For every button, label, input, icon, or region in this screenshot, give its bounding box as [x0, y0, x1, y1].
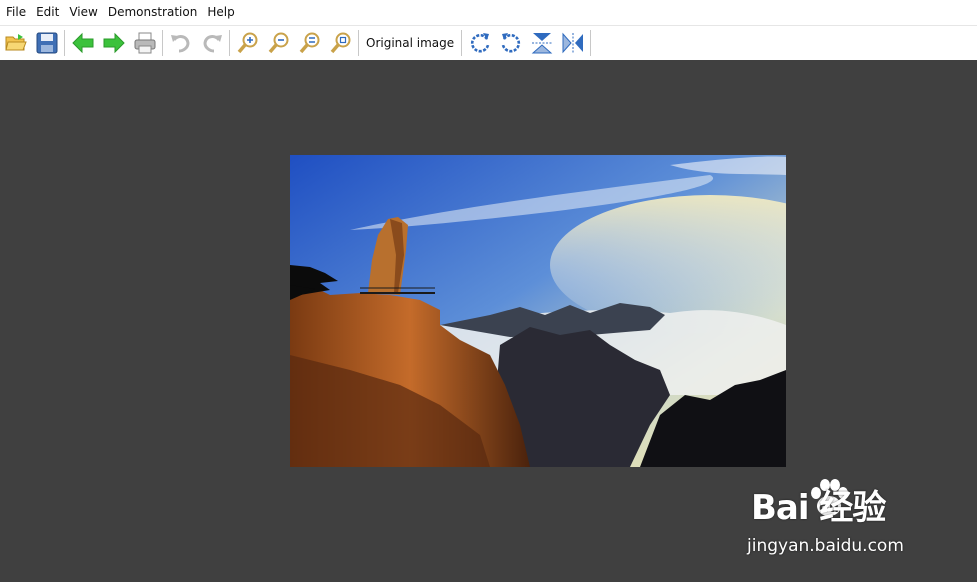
redo-button[interactable]	[196, 28, 227, 58]
toolbar-separator	[64, 30, 65, 56]
back-arrow-icon	[71, 32, 93, 54]
rotate-left-icon	[501, 33, 520, 53]
landscape-photo	[290, 155, 786, 467]
undo-icon	[170, 35, 190, 53]
flip-horizontal-button[interactable]	[557, 28, 588, 58]
watermark-brand: Bai 经验	[751, 488, 886, 528]
menu-view[interactable]: View	[64, 0, 102, 25]
original-image-button[interactable]: Original image	[361, 28, 459, 58]
toolbar-separator	[162, 30, 163, 56]
flip-horizontal-icon	[562, 32, 583, 54]
zoom-fit-button[interactable]	[294, 28, 325, 58]
open-button[interactable]	[0, 28, 31, 58]
zoom-in-icon	[237, 32, 257, 54]
zoom-actual-icon	[330, 32, 350, 54]
rotate-right-button[interactable]	[464, 28, 495, 58]
toolbar-separator	[461, 30, 463, 56]
save-button[interactable]	[31, 28, 62, 58]
rotate-right-icon	[470, 33, 489, 53]
zoom-actual-button[interactable]	[325, 28, 356, 58]
watermark-url: jingyan.baidu.com	[747, 536, 904, 556]
toolbar: Original image	[0, 25, 977, 61]
watermark: du Bai 经验 jingyan.baidu.com	[745, 474, 977, 582]
menu-bar: File Edit View Demonstration Help	[0, 0, 977, 25]
toolbar-separator	[590, 30, 592, 56]
zoom-in-button[interactable]	[232, 28, 263, 58]
undo-button[interactable]	[165, 28, 196, 58]
menu-help[interactable]: Help	[202, 0, 239, 25]
toolbar-separator	[229, 30, 230, 56]
print-icon	[134, 32, 155, 54]
print-button[interactable]	[129, 28, 160, 58]
forward-button[interactable]	[98, 28, 129, 58]
zoom-out-button[interactable]	[263, 28, 294, 58]
menu-edit[interactable]: Edit	[31, 0, 64, 25]
zoom-fit-icon	[299, 32, 319, 54]
toolbar-separator	[358, 30, 359, 56]
save-icon	[36, 32, 57, 54]
menu-demonstration[interactable]: Demonstration	[103, 0, 203, 25]
flip-vertical-icon	[531, 33, 552, 54]
redo-icon	[202, 35, 222, 53]
rotate-left-button[interactable]	[495, 28, 526, 58]
back-button[interactable]	[67, 28, 98, 58]
flip-vertical-button[interactable]	[526, 28, 557, 58]
zoom-out-icon	[268, 32, 288, 54]
open-folder-icon	[4, 34, 27, 51]
forward-arrow-icon	[103, 32, 125, 54]
menu-file[interactable]: File	[0, 0, 31, 25]
